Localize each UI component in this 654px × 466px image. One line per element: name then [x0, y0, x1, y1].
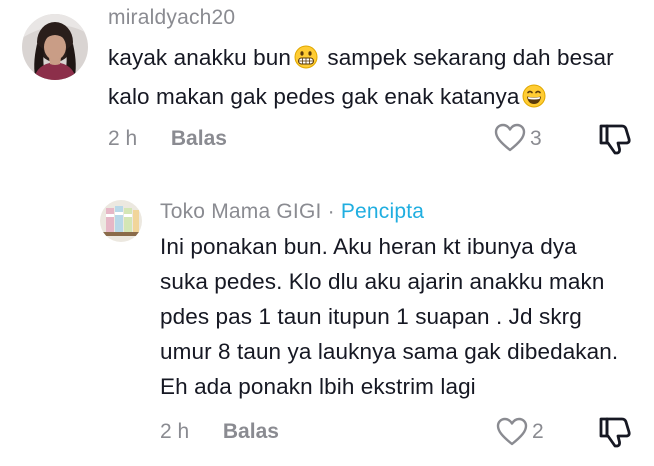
thumbs-down-icon [599, 124, 631, 155]
separator-dot: · [327, 200, 335, 223]
comment-time: 2 h [108, 127, 138, 150]
comment-text-line-3: pdes pas 1 taun itupun 1 suapan . Jd skr… [160, 304, 582, 329]
avatar-photo [22, 14, 88, 80]
like-button[interactable] [496, 417, 528, 447]
comment-text-line-5: Eh ada ponakn lbih ekstrim lagi [160, 374, 476, 399]
comment-time: 2 h [160, 420, 190, 443]
thumbs-down-icon [599, 417, 631, 448]
grimacing-face-emoji-icon [294, 44, 318, 79]
comment-meta: 2 h Balas [160, 420, 279, 444]
comment-text-line-1: Ini ponakan bun. Aku heran kt ibunya dya [160, 234, 577, 259]
comment-text-part: sampek sekarang dah besar [327, 45, 614, 70]
comment-text-line-2: suka pedes. Klo dlu aku ajarin anakku ma… [160, 269, 605, 294]
comment-text: Ini ponakan bun. Aku heran kt ibunya dya… [160, 229, 618, 404]
heart-outline-icon [496, 417, 528, 446]
comment-username[interactable]: miraldyach20 [108, 6, 235, 30]
comment-text-part: kalo makan gak pedes gak enak katanya [108, 84, 520, 109]
heart-outline-icon [494, 123, 526, 152]
grinning-face-emoji-icon [522, 83, 546, 118]
dislike-button[interactable] [598, 415, 632, 449]
avatar[interactable] [100, 200, 142, 242]
comment-text-line-2: kalo makan gak pedes gak enak katanya [108, 79, 614, 118]
comment-text-line-4: umur 8 taun ya lauknya sama gak dibedaka… [160, 339, 619, 364]
like-button[interactable] [494, 123, 526, 153]
like-count: 3 [530, 127, 542, 150]
reply-header: Toko Mama GIGI · Pencipta [160, 200, 424, 224]
like-count: 2 [532, 420, 544, 443]
avatar-photo [100, 200, 142, 242]
reply-button[interactable]: Balas [223, 420, 279, 443]
comment-meta: 2 h Balas [108, 127, 227, 151]
comment-text: kayak anakku bun sampek sekarang dah bes… [108, 40, 614, 118]
reply-button[interactable]: Balas [171, 127, 227, 150]
creator-badge: Pencipta [340, 200, 425, 223]
dislike-button[interactable] [598, 122, 632, 156]
comment-text-part: kayak anakku bun [108, 45, 291, 70]
avatar[interactable] [22, 14, 88, 80]
comment-text-line-1: kayak anakku bun sampek sekarang dah bes… [108, 40, 614, 79]
comment-username[interactable]: Toko Mama GIGI [160, 200, 322, 223]
